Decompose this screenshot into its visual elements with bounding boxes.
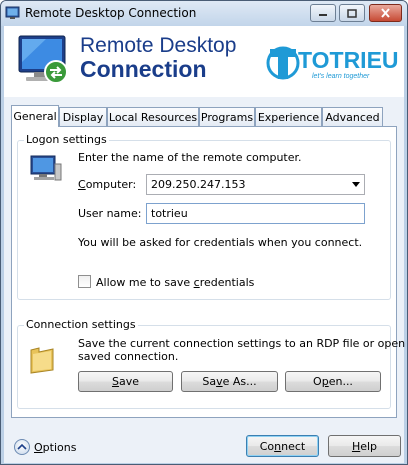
save-button[interactable]: Save: [78, 371, 173, 392]
username-value: totrieu: [151, 207, 188, 220]
maximize-icon: [347, 8, 357, 18]
banner: Remote Desktop Connection TOTRIEU let's …: [4, 26, 404, 97]
computer-icon: [30, 155, 62, 181]
monitor-icon: [18, 35, 68, 84]
save-credentials-checkbox[interactable]: [78, 275, 91, 288]
tab-display[interactable]: Display: [59, 107, 107, 126]
tab-programs[interactable]: Programs: [199, 107, 255, 126]
app-icon: [5, 6, 20, 19]
save-as-button[interactable]: Sa v e As...: [181, 371, 278, 392]
computer-label: Computer:: [78, 178, 137, 191]
options-toggle-button[interactable]: [14, 439, 30, 455]
logo-tagline: let's learn together: [312, 73, 370, 80]
banner-title-line2: Connection: [80, 56, 207, 82]
connection-description-2: saved connection.: [78, 350, 179, 363]
username-label: User name:: [78, 207, 142, 220]
title-bar[interactable]: Remote Desktop Connection: [1, 1, 407, 26]
credentials-note: You will be asked for credentials when y…: [78, 236, 363, 249]
connect-button[interactable]: Co n nect: [246, 435, 319, 457]
maximize-button[interactable]: [339, 4, 365, 22]
close-icon: [381, 8, 390, 18]
close-button[interactable]: [369, 4, 402, 22]
options-chevron-icon: [17, 443, 27, 450]
window-title: Remote Desktop Connection: [25, 6, 197, 20]
logon-settings-group: Logon settings Enter the name of the rem…: [17, 133, 391, 300]
computer-value: 209.250.247.153: [151, 178, 246, 191]
options-link[interactable]: Options: [34, 441, 76, 454]
tab-experience[interactable]: Experience: [255, 107, 322, 126]
rdc-window: Remote Desktop Connection Remote Desktop…: [0, 0, 408, 465]
logo-text: TOTRIEU: [298, 47, 399, 73]
tab-general[interactable]: General: [11, 105, 59, 127]
connection-settings-group: Connection settings Save the current con…: [17, 318, 407, 409]
minimize-button[interactable]: [310, 4, 336, 22]
connection-settings-label: Connection settings: [24, 318, 138, 331]
save-credentials-label[interactable]: Allow me to save credentials: [96, 276, 254, 289]
logon-instruction: Enter the name of the remote computer.: [78, 151, 302, 164]
open-button[interactable]: Op en...: [285, 371, 381, 392]
logon-settings-label: Logon settings: [24, 133, 109, 146]
connection-description-1: Save the current connection settings to …: [78, 337, 408, 350]
computer-combobox[interactable]: 209.250.247.153: [146, 174, 365, 195]
tab-local-resources[interactable]: Local Resources: [107, 107, 199, 126]
chevron-down-icon[interactable]: [352, 182, 360, 187]
general-panel: Logon settings Enter the name of the rem…: [11, 126, 407, 418]
username-field[interactable]: totrieu: [146, 203, 365, 224]
totrieu-logo: TOTRIEU let's learn together: [266, 39, 399, 85]
help-button[interactable]: Help: [328, 435, 401, 457]
banner-title-line1: Remote Desktop: [80, 34, 237, 57]
dialog-body: General Display Local Resources Programs…: [4, 97, 407, 463]
minimize-icon: [319, 14, 327, 16]
folder-icon: [30, 347, 54, 374]
tab-advanced[interactable]: Advanced: [322, 107, 383, 126]
